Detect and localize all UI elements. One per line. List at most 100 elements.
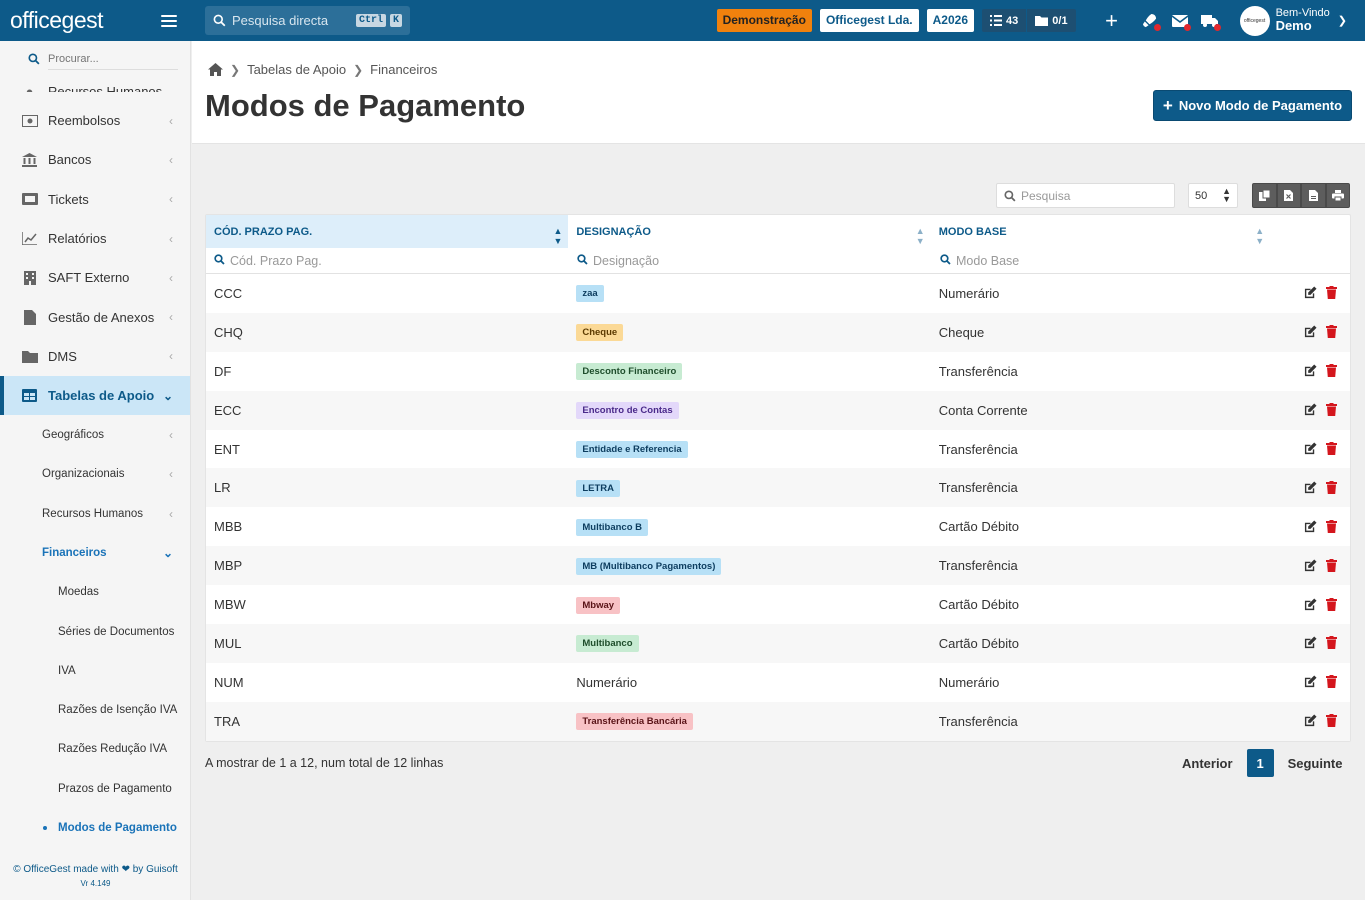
- user-name: Demo: [1275, 18, 1312, 34]
- sidebar-item-dms[interactable]: DMS ‹: [0, 337, 190, 376]
- mail-icon[interactable]: [1166, 7, 1194, 35]
- edit-icon[interactable]: [1304, 481, 1318, 495]
- table-row[interactable]: ENT Entidade e Referencia Transferência: [206, 430, 1350, 469]
- sidebar-item-recursos-humanos[interactable]: ● Recursos Humanos: [0, 78, 190, 92]
- breadcrumb-item[interactable]: Tabelas de Apoio: [247, 62, 346, 77]
- sidebar-sub-organizacionais[interactable]: Organizacionais ‹: [0, 455, 190, 494]
- filter-base-mode[interactable]: Modo Base: [932, 254, 1272, 268]
- filter-placeholder: Designação: [593, 253, 660, 268]
- table-row[interactable]: ECC Encontro de Contas Conta Corrente: [206, 390, 1350, 430]
- column-header-code[interactable]: CÓD. PRAZO PAG. ▲ ▼: [206, 215, 569, 248]
- trash-icon[interactable]: [1326, 714, 1338, 728]
- company-badge[interactable]: Officegest Lda.: [819, 9, 919, 32]
- folders-counter[interactable]: 0/1: [1026, 9, 1075, 32]
- table-row[interactable]: LR LETRA Transferência: [206, 468, 1350, 508]
- edit-icon[interactable]: [1304, 714, 1318, 728]
- trash-icon[interactable]: [1326, 286, 1338, 300]
- edit-icon[interactable]: [1304, 598, 1318, 612]
- sidebar-item-tickets[interactable]: Tickets ‹: [0, 180, 190, 219]
- trash-icon[interactable]: [1326, 636, 1338, 650]
- hamburger-menu-icon[interactable]: [161, 14, 177, 27]
- tasks-counter[interactable]: 43: [982, 9, 1026, 32]
- trash-icon[interactable]: [1326, 480, 1338, 495]
- trash-icon[interactable]: [1326, 403, 1338, 417]
- next-page-button[interactable]: Seguinte: [1288, 756, 1343, 771]
- trash-icon[interactable]: [1326, 325, 1338, 339]
- table-row[interactable]: DF Desconto Financeiro Transferência: [206, 352, 1350, 391]
- edit-icon[interactable]: [1304, 364, 1318, 378]
- edit-icon[interactable]: [1304, 520, 1318, 534]
- sidebar-sub-geograficos[interactable]: Geográficos ‹: [0, 415, 190, 454]
- column-header-base-mode[interactable]: MODO BASE ▲ ▼: [931, 215, 1270, 248]
- table-row[interactable]: MBB Multibanco B Cartão Débito: [206, 507, 1350, 546]
- sidebar-sub2-series-documentos[interactable]: Séries de Documentos: [0, 612, 190, 651]
- table-row[interactable]: TRA Transferência Bancária Transferência: [206, 701, 1350, 741]
- sidebar-item-relatorios[interactable]: Relatórios ‹: [0, 219, 190, 258]
- table-row[interactable]: MBW Mbway Cartão Débito: [206, 585, 1350, 624]
- year-badge[interactable]: A2026: [926, 9, 975, 32]
- designation-badge: Cheque: [576, 324, 624, 342]
- rocket-notifications-icon[interactable]: [1136, 7, 1164, 35]
- column-header-designation[interactable]: DESIGNAÇÃO ▲ ▼: [568, 215, 930, 248]
- sidebar-search-input[interactable]: [48, 49, 178, 70]
- table-row[interactable]: NUM Numerário Numerário: [206, 663, 1350, 702]
- sidebar-item-label: Reembolsos: [48, 113, 121, 129]
- breadcrumb-item[interactable]: Financeiros: [370, 62, 437, 77]
- sidebar-item-saft-externo[interactable]: SAFT Externo ‹: [0, 258, 190, 297]
- copy-button[interactable]: [1252, 183, 1277, 208]
- cell-base-mode: Cheque: [938, 324, 985, 340]
- filter-designation[interactable]: Designação: [569, 254, 932, 268]
- sidebar-sub2-razoes-isencao-iva[interactable]: Razões de Isenção IVA: [0, 690, 190, 729]
- sidebar-sub2-razoes-reducao-iva[interactable]: Razões Redução IVA: [0, 730, 190, 769]
- add-icon[interactable]: +: [1098, 7, 1126, 35]
- global-search[interactable]: Pesquisa directa Ctrl K: [205, 6, 410, 35]
- cell-code: ECC: [214, 402, 242, 418]
- edit-icon[interactable]: [1304, 675, 1318, 689]
- edit-icon[interactable]: [1304, 286, 1318, 300]
- home-icon[interactable]: [208, 63, 223, 76]
- trash-icon[interactable]: [1326, 558, 1338, 573]
- cell-actions: [1270, 675, 1350, 689]
- table-row[interactable]: MBP MB (Multibanco Pagamentos) Transferênc…: [206, 546, 1350, 586]
- sidebar-item-gestao-anexos[interactable]: Gestão de Anexos ‹: [0, 297, 190, 336]
- sidebar-item-tabelas-apoio[interactable]: Tabelas de Apoio ⌄: [0, 376, 190, 416]
- new-payment-mode-button[interactable]: + Novo Modo de Pagamento: [1153, 90, 1352, 121]
- trash-icon[interactable]: [1326, 519, 1338, 534]
- page-number-button[interactable]: 1: [1246, 749, 1274, 777]
- sidebar-sub-financeiros[interactable]: Financeiros ⌄: [0, 533, 190, 572]
- trash-icon[interactable]: [1326, 597, 1338, 612]
- sidebar-sub2-iva[interactable]: IVA: [0, 651, 190, 690]
- sidebar-sub2-moedas[interactable]: Moedas: [0, 573, 190, 612]
- footer-author[interactable]: by Guisoft: [133, 864, 178, 875]
- prev-page-button[interactable]: Anterior: [1182, 756, 1233, 771]
- sidebar-sub-recursos-humanos[interactable]: Recursos Humanos ‹: [0, 494, 190, 533]
- edit-icon[interactable]: [1304, 325, 1318, 339]
- chart-icon: [21, 232, 38, 246]
- table-search-input[interactable]: Pesquisa: [996, 183, 1175, 208]
- cell-base-mode: Conta Corrente: [938, 402, 1028, 418]
- edit-icon[interactable]: [1304, 559, 1318, 573]
- user-menu[interactable]: officegest Bem-Vindo Demo ❯: [1239, 5, 1347, 36]
- trash-icon[interactable]: [1326, 364, 1338, 378]
- table-row[interactable]: CCC zaa Numerário: [206, 274, 1350, 313]
- logo[interactable]: officegest: [10, 7, 104, 34]
- edit-icon[interactable]: [1304, 403, 1318, 417]
- truck-icon[interactable]: [1196, 7, 1224, 35]
- sidebar-sub2-prazos-pagamento[interactable]: Prazos de Pagamento: [0, 769, 190, 808]
- trash-icon[interactable]: [1326, 675, 1338, 689]
- edit-icon[interactable]: [1304, 442, 1318, 456]
- table-row[interactable]: MUL Multibanco Cartão Débito: [206, 624, 1350, 663]
- csv-button[interactable]: [1301, 183, 1326, 208]
- trash-icon[interactable]: [1326, 442, 1338, 456]
- sidebar-item-bancos[interactable]: Bancos ‹: [0, 140, 190, 179]
- excel-button[interactable]: [1276, 183, 1301, 208]
- sort-icon: ▲ ▼: [1222, 186, 1231, 204]
- sidebar-sub2-modos-pagamento[interactable]: Modos de Pagamento: [0, 808, 190, 847]
- sidebar-item-reembolsos[interactable]: Reembolsos ‹: [0, 101, 190, 140]
- edit-icon[interactable]: [1304, 636, 1318, 650]
- print-button[interactable]: [1325, 183, 1350, 208]
- demo-badge[interactable]: Demonstração: [716, 9, 812, 32]
- page-size-select[interactable]: 50 ▲ ▼: [1188, 183, 1238, 208]
- table-row[interactable]: CHQ Cheque Cheque: [206, 312, 1350, 352]
- filter-code[interactable]: Cód. Prazo Pag.: [206, 254, 569, 268]
